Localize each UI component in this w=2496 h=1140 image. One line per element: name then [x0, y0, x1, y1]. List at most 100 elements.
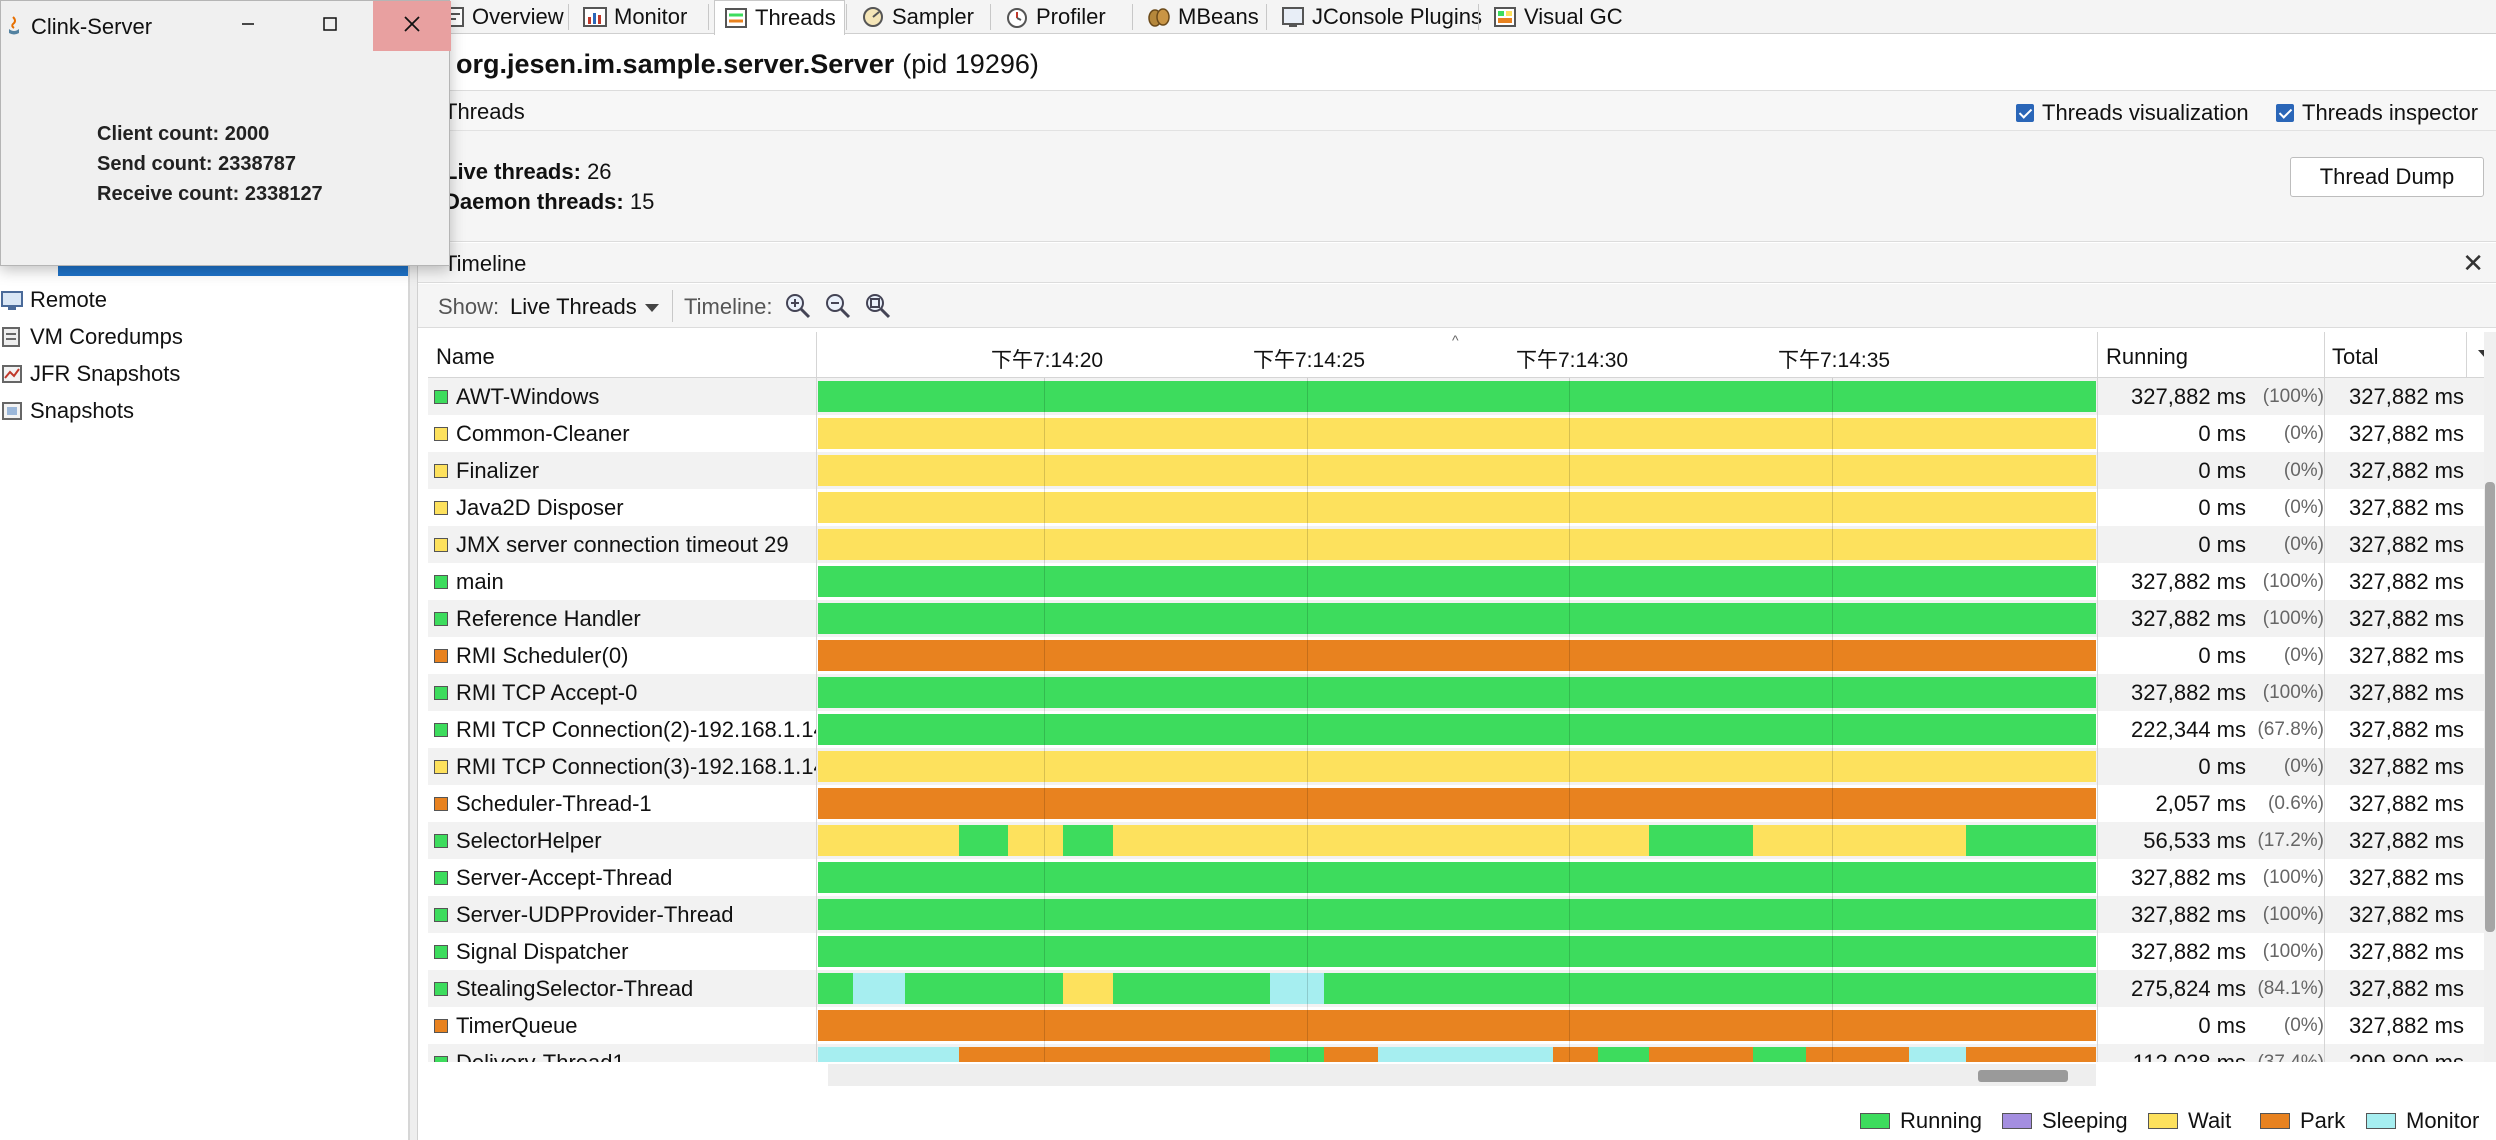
thread-name-cell: Common-Cleaner [428, 415, 816, 452]
window-titlebar[interactable]: Clink-Server [1, 1, 451, 51]
timeline-segment-wait [818, 418, 2096, 449]
table-row[interactable]: SelectorHelper 56,533 ms (17.2%) 327,882 ms [428, 822, 2486, 859]
table-row[interactable]: RMI TCP Connection(3)-192.168.1.14 0 ms (0… [428, 748, 2486, 785]
thread-state-legend: Running Sleeping Wait Park Monitor [418, 1108, 2496, 1138]
minimize-button[interactable] [209, 1, 287, 51]
table-row[interactable]: RMI TCP Connection(2)-192.168.1.14 222,34… [428, 711, 2486, 748]
zoom-out-icon[interactable] [824, 292, 852, 320]
thread-state-swatch [434, 389, 448, 404]
nav-item-snapshots[interactable]: Snapshots [0, 394, 134, 428]
table-row[interactable]: TimerQueue 0 ms (0%) 327,882 ms [428, 1007, 2486, 1044]
zoom-fit-icon[interactable] [864, 292, 892, 320]
tab-sampler[interactable]: Sampler [852, 0, 982, 34]
nav-item-remote[interactable]: Remote [0, 283, 107, 317]
timeline-segment-running [818, 566, 2096, 597]
close-icon[interactable]: ✕ [2462, 248, 2484, 279]
table-row[interactable]: Server-UDPProvider-Thread 327,882 ms (100%… [428, 896, 2486, 933]
nav-item-vm-coredumps[interactable]: VM Coredumps [0, 320, 183, 354]
legend-item-park: Park [2260, 1108, 2345, 1134]
tab-jconsole-plugins[interactable]: JConsole Plugins [1272, 0, 1490, 34]
vertical-scrollbar[interactable] [2484, 332, 2496, 1062]
table-row[interactable]: AWT-Windows 327,882 ms (100%) 327,882 ms [428, 378, 2486, 415]
column-separator[interactable] [2466, 332, 2467, 378]
client-count-label: Client count: 2000 [97, 123, 270, 145]
running-time-cell: 0 ms (0%) [2102, 748, 2324, 785]
table-row[interactable]: Server-Accept-Thread 327,882 ms (100%) 327,… [428, 859, 2486, 896]
tab-monitor[interactable]: Monitor [574, 0, 695, 34]
zoom-in-icon[interactable] [784, 292, 812, 320]
timeline-gridline [1044, 933, 1045, 970]
thread-name: Scheduler-Thread-1 [456, 790, 652, 816]
threads-visualization-checkbox[interactable]: Threads visualization [2016, 100, 2249, 125]
thread-name: RMI TCP Connection(3)-192.168.1.14 [456, 753, 816, 779]
horizontal-scrollbar[interactable] [828, 1064, 2096, 1086]
tab-mbeans[interactable]: MBeans [1138, 0, 1267, 34]
threads-inspector-checkbox[interactable]: Threads inspector [2276, 100, 2478, 125]
scrollbar-thumb[interactable] [2485, 482, 2495, 932]
timeline-gridline [1832, 415, 1833, 452]
timeline-gridline [1044, 711, 1045, 748]
thread-state-swatch [434, 1055, 448, 1062]
thread-name-cell: Server-Accept-Thread [428, 859, 816, 896]
column-header-total[interactable]: Total [2332, 344, 2378, 370]
nav-item-jfr-snapshots[interactable]: JFR Snapshots [0, 357, 180, 391]
timeline-gridline [1832, 933, 1833, 970]
timeline-toolbar: Show: Live Threads Timeline: [418, 284, 2496, 328]
thread-timeline-bar [818, 489, 2096, 526]
thread-timeline-bar [818, 415, 2096, 452]
table-row[interactable]: StealingSelector-Thread 275,824 ms (84.1%)… [428, 970, 2486, 1007]
timeline-gridline [1044, 970, 1045, 1007]
total-time-cell: 327,882 ms [2349, 679, 2464, 705]
tab-separator [708, 4, 709, 30]
timeline-segment-running [958, 825, 1009, 856]
section-title: Threads [444, 99, 525, 124]
timeline-gridline [1307, 1044, 1308, 1062]
table-row[interactable]: Signal Dispatcher 327,882 ms (100%) 327,882… [428, 933, 2486, 970]
timeline-segment-running [1753, 1047, 1806, 1062]
thread-name: RMI TCP Connection(2)-192.168.1.14 [456, 716, 816, 742]
table-row[interactable]: Scheduler-Thread-1 2,057 ms (0.6%) 327,882 … [428, 785, 2486, 822]
tab-visual-gc[interactable]: Visual GC [1484, 0, 1631, 34]
table-row[interactable]: Java2D Disposer 0 ms (0%) 327,882 ms [428, 489, 2486, 526]
close-button[interactable] [373, 1, 451, 51]
column-separator[interactable] [816, 332, 817, 378]
column-header-name[interactable]: Name [436, 344, 495, 370]
jconsole-icon [1280, 5, 1306, 29]
column-header-running[interactable]: Running [2106, 344, 2188, 370]
timeline-segment-running [818, 603, 2096, 634]
tab-threads[interactable]: Threads [714, 0, 845, 35]
tab-separator [1266, 4, 1267, 30]
column-separator[interactable] [2324, 332, 2325, 378]
running-percent: (84.1%) [2257, 977, 2324, 999]
scrollbar-thumb[interactable] [1978, 1070, 2068, 1082]
timeline-segment-park [818, 788, 2096, 819]
table-row[interactable]: main 327,882 ms (100%) 327,882 ms [428, 563, 2486, 600]
legend-swatch [1860, 1113, 1890, 1129]
column-separator[interactable] [2097, 332, 2098, 378]
thread-dump-button[interactable]: Thread Dump [2290, 157, 2484, 197]
thread-name: RMI TCP Accept-0 [456, 679, 638, 705]
timeline-gridline [1832, 711, 1833, 748]
maximize-button[interactable] [291, 1, 369, 51]
running-ms: 327,882 ms [2131, 679, 2246, 705]
table-row[interactable]: Common-Cleaner 0 ms (0%) 327,882 ms [428, 415, 2486, 452]
table-row[interactable]: Reference Handler 327,882 ms (100%) 327,882… [428, 600, 2486, 637]
table-row[interactable]: JMX server connection timeout 29 0 ms (0%)… [428, 526, 2486, 563]
tab-overview[interactable]: Overview [432, 0, 572, 34]
timeline-gridline [1569, 637, 1570, 674]
tab-separator [568, 4, 569, 30]
table-row[interactable]: Finalizer 0 ms (0%) 327,882 ms [428, 452, 2486, 489]
running-ms: 112,028 ms [2132, 1049, 2246, 1063]
table-row[interactable]: RMI Scheduler(0) 0 ms (0%) 327,882 ms [428, 637, 2486, 674]
thread-name-cell: AWT-Windows [428, 378, 816, 415]
total-time-cell: 327,882 ms [2349, 568, 2464, 594]
tab-profiler[interactable]: Profiler [996, 0, 1114, 34]
table-row[interactable]: RMI TCP Accept-0 327,882 ms (100%) 327,882 … [428, 674, 2486, 711]
running-ms: 327,882 ms [2131, 383, 2246, 409]
section-title: Timeline [444, 251, 527, 276]
table-row[interactable]: Delivery-Thread1 112,028 ms (37.4%) 299,800… [428, 1044, 2486, 1062]
timeline-gridline [1569, 452, 1570, 489]
total-time-cell: 327,882 ms [2349, 901, 2464, 927]
show-threads-dropdown[interactable]: Live Threads [510, 294, 659, 320]
timeline-gridline [1569, 933, 1570, 970]
